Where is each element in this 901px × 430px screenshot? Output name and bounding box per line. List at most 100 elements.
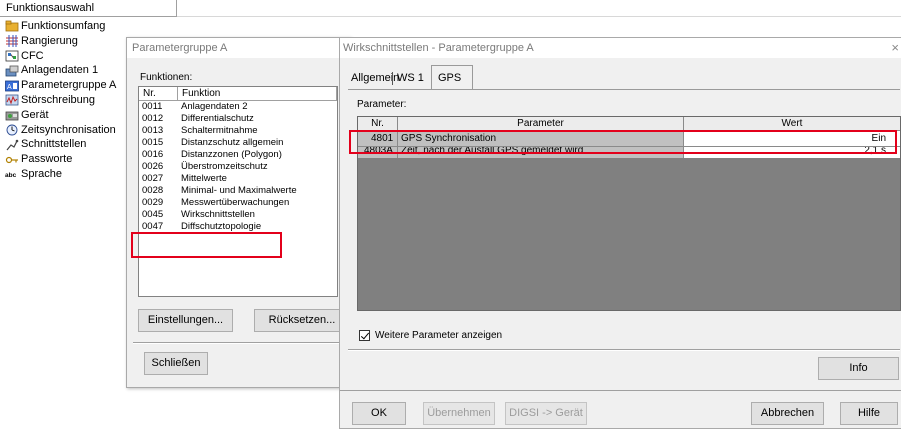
more-params-label: Weitere Parameter anzeigen [375,330,503,341]
list-item[interactable]: 0011 Anlagendaten 2 [139,101,337,113]
list-item-nr: 0011 [142,101,163,112]
info-button[interactable]: Info [818,357,899,380]
folder-icon [5,20,19,32]
list-item-function: Distanzschutz allgemein [181,137,284,148]
tree-item-label: Parametergruppe A [21,79,117,92]
list-item-nr: 0012 [142,113,164,124]
cell-value[interactable]: Ein [684,131,900,147]
list-item-nr: 0047 [142,221,164,232]
cancel-button[interactable]: Abbrechen [751,402,824,425]
tree-item-label: CFC [21,49,44,62]
functions-list[interactable]: Nr. Funktion 0011 Anlagendaten 2 0012 Diffe… [138,86,338,297]
key-icon [5,154,19,166]
column-header-parameter[interactable]: Parameter [398,117,684,131]
column-header-nr[interactable]: Nr. [358,117,398,131]
ok-button[interactable]: OK [352,402,406,425]
device-icon [5,109,19,121]
list-item-function: Messwertüberwachungen [181,197,290,208]
list-item[interactable]: 0012 Differentialschutz [139,113,337,125]
list-item-function: Anlagendaten 2 [181,101,248,112]
close-button[interactable]: Schließen [144,352,208,375]
grid-icon [5,35,19,48]
tree-item-label: Störschreibung [21,93,95,106]
cell-value[interactable]: 2,1 s [684,147,900,158]
list-item[interactable]: 0027 Mittelwerte [139,173,337,185]
recorder-icon [5,94,19,106]
list-item-function: Schaltermitnahme [181,125,258,136]
list-header: Nr. Funktion [139,87,337,101]
more-params-checkbox[interactable] [359,330,370,341]
list-item-function: Wirkschnittstellen [181,209,255,220]
list-item-function: Diffschutztopologie [181,221,262,232]
more-params-checkbox-row[interactable]: Weitere Parameter anzeigen [359,330,502,341]
tab-gps[interactable]: GPS [431,65,473,89]
list-item[interactable]: 0026 Überstromzeitschutz [139,161,337,173]
list-item-function: Minimal- und Maximalwerte [181,185,297,196]
list-item-nr: 0016 [142,149,164,160]
list-item-function: Überstromzeitschutz [181,161,268,172]
tree-header: Funktionsauswahl [0,0,177,17]
svg-text:A: A [7,84,12,91]
list-item-nr: 0013 [142,125,164,136]
list-item-nr: 0029 [142,197,164,208]
cell-parameter: GPS Synchronisation [398,131,684,147]
tree-item-funktionsumfang[interactable]: Funktionsumfang [0,19,177,34]
list-item-nr: 0045 [142,209,164,220]
plant-icon [5,65,19,77]
tree-item-label: Rangierung [21,34,78,47]
tab-separator [392,72,393,85]
tree-item-label: Funktionsumfang [21,20,106,32]
cell-nr: 4801 [358,131,398,147]
list-item-function: Distanzzonen (Polygon) [181,149,282,160]
svg-text:abc: abc [5,172,17,179]
tree-item-label: Gerät [21,108,49,121]
list-rows: 0011 Anlagendaten 2 0012 Differentialschutz… [139,101,337,233]
list-item[interactable]: 0016 Distanzzonen (Polygon) [139,149,337,161]
list-item-function: Mittelwerte [181,173,227,184]
parameter-grid[interactable]: Nr. Parameter Wert 4801 GPS Synchronisat… [357,116,901,311]
close-icon[interactable]: × [891,40,899,56]
tab-panel-border [348,89,900,90]
cell-nr: 4803A [358,147,398,158]
list-item[interactable]: 0045 Wirkschnittstellen [139,209,337,221]
digsi-to-device-button[interactable]: DIGSI -> Gerät [505,402,587,425]
param-group-dialog: Parametergruppe A Funktionen: Nr. Funkti… [126,37,351,388]
list-item-nr: 0026 [142,161,164,172]
dialog-title: Parametergruppe A [127,38,350,58]
top-bar [177,0,901,17]
column-header-nr[interactable]: Nr. [139,87,178,100]
table-row[interactable]: 4803A Zeit, nach der Ausfall GPS gemelde… [358,147,900,158]
tree-item-label: Passworte [21,153,73,166]
list-item[interactable]: 0028 Minimal- und Maximalwerte [139,185,337,197]
help-button[interactable]: Hilfe [840,402,898,425]
parameter-label: Parameter: [357,99,407,110]
list-item-function: Differentialschutz [181,113,254,124]
clock-icon [5,124,19,136]
functions-label: Funktionen: [140,72,193,83]
tab-ws1[interactable]: WS 1 [394,68,427,89]
list-item[interactable]: 0015 Distanzschutz allgemein [139,137,337,149]
cell-parameter: Zeit, nach der Ausfall GPS gemeldet wird [398,147,684,158]
list-item-nr: 0015 [142,137,164,148]
dialog-title: Wirkschnittstellen - Parametergruppe A [340,38,901,58]
column-header-wert[interactable]: Wert [684,117,900,131]
dialog-separator [133,342,347,344]
list-item[interactable]: 0029 Messwertüberwachungen [139,197,337,209]
tree-item-label: Zeitsynchronisation [21,123,116,136]
settings-button[interactable]: Einstellungen... [138,309,233,332]
tab-strip: Allgemein WS 1 GPS [348,65,498,89]
language-icon: abc [5,168,19,180]
reset-button[interactable]: Rücksetzen... [254,309,349,332]
apply-button[interactable]: Übernehmen [423,402,495,425]
list-item-nr: 0027 [142,173,164,184]
column-header-funktion[interactable]: Funktion [178,87,337,100]
list-item[interactable]: 0047 Diffschutztopologie [139,221,337,233]
tree-item-label: Anlagendaten 1 [21,64,99,77]
dialog-separator [348,349,900,351]
list-item[interactable]: 0013 Schaltermitnahme [139,125,337,137]
table-row[interactable]: 4801 GPS Synchronisation Ein [358,131,900,147]
tree-item-label: Schnittstellen [21,138,87,151]
param-group-icon: A [5,80,19,92]
list-item-nr: 0028 [142,185,164,196]
tree-item-label: Sprache [21,167,62,180]
